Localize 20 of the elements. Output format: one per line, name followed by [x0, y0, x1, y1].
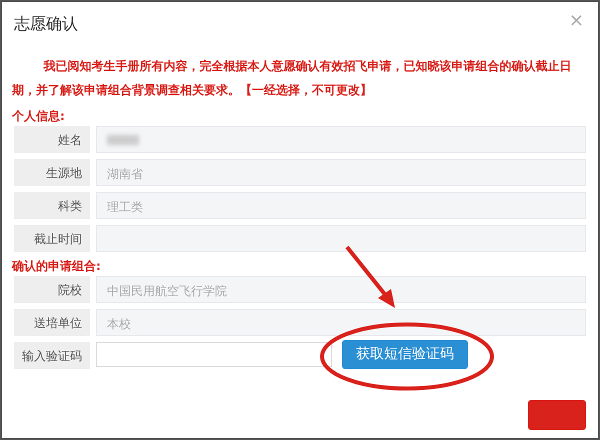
- field-label: 输入验证码: [14, 342, 90, 369]
- close-button[interactable]: ×: [564, 12, 588, 30]
- field-label: 生源地: [14, 159, 90, 186]
- readonly-field: 湖南省: [96, 159, 586, 186]
- code-input[interactable]: [96, 342, 332, 367]
- dialog-title: 志愿确认: [14, 13, 78, 35]
- field-label: 科类: [14, 192, 90, 219]
- readonly-field: 理工类: [96, 192, 586, 219]
- blurred-value: [107, 135, 139, 145]
- readonly-field: 本校: [96, 309, 586, 336]
- field-label: 送培单位: [14, 309, 90, 336]
- notice-text: 我已阅知考生手册所有内容，完全根据本人意愿确认有效招飞申请，已知晓该申请组合的确认截止日期，并了解该申请组合背景调查相关要求。【一经选择，不可更改】: [11, 58, 573, 99]
- section-heading: 个人信息:: [10, 108, 66, 124]
- section-heading: 确认的申请组合:: [10, 258, 102, 274]
- annotation-arrow: [345, 246, 395, 308]
- field-label: 院校: [14, 276, 90, 303]
- field-label: 截止时间: [14, 225, 90, 252]
- field-label: 姓名: [14, 126, 90, 153]
- readonly-field: 中国民用航空飞行学院: [96, 276, 586, 303]
- sms-code-button[interactable]: 获取短信验证码: [342, 340, 468, 369]
